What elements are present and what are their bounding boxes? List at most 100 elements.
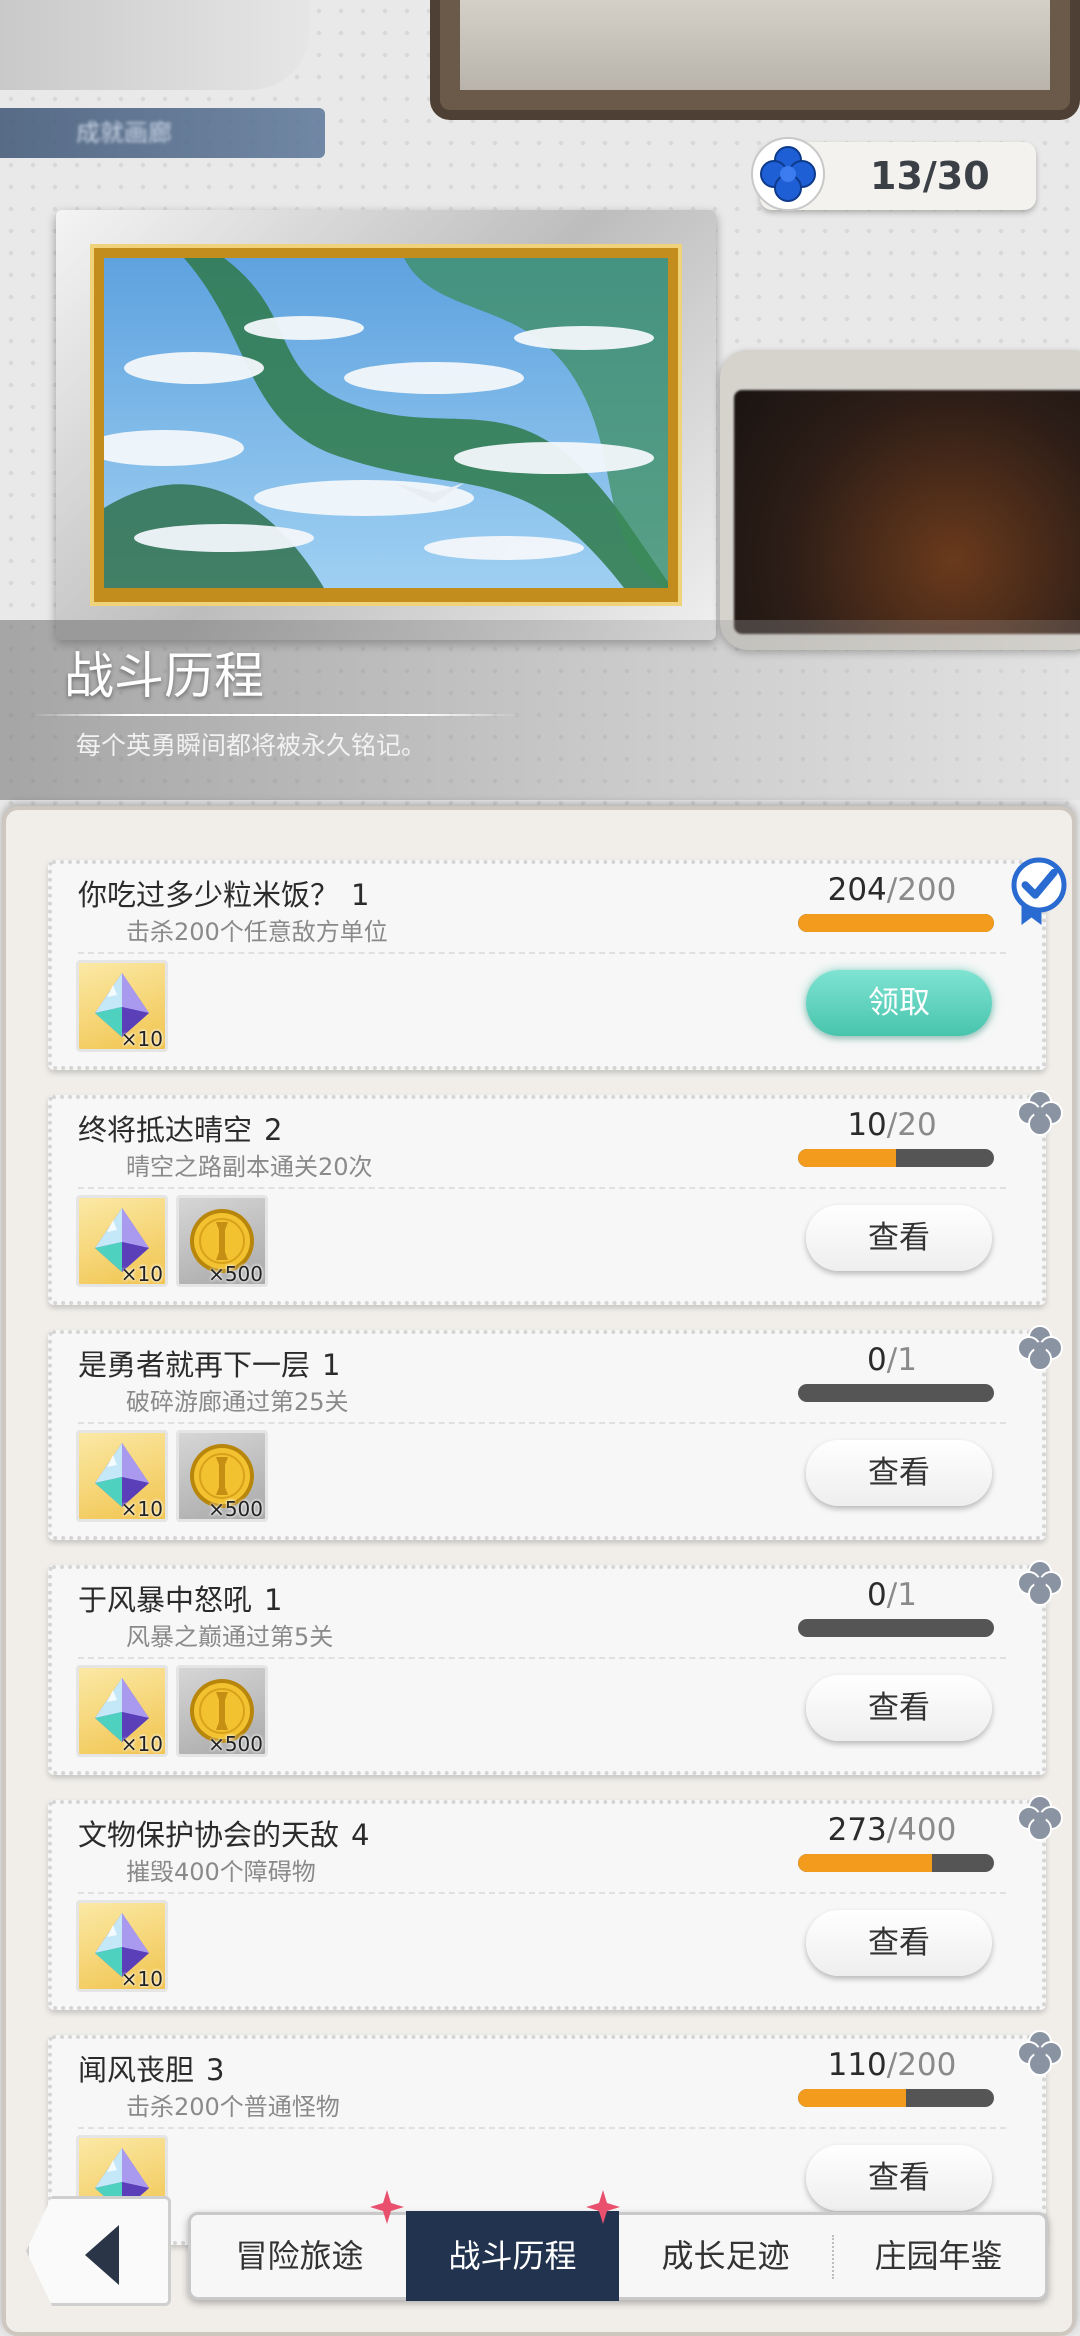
achievement-panel[interactable]: 你吃过多少粒米饭？ 1 击杀200个任意敌方单位 204/20 0 ×10 领取终将抵达晴空… [2,806,1076,2336]
counter-value: 13/30 [870,154,990,198]
progress-bar [798,1384,994,1402]
card-divider [78,1187,1006,1189]
reward-item[interactable]: ×500 [176,1195,268,1287]
reward-quantity: ×10 [120,1497,163,1521]
view-button[interactable]: 查看 [806,1440,992,1506]
card-divider [78,1657,1006,1659]
view-button[interactable]: 查看 [806,1910,992,1976]
reward-item[interactable]: ×10 [76,1430,168,1522]
clover-badge-icon [1017,1795,1063,1841]
achievement-name: 文物保护协会的天敌 [78,1818,340,1852]
achievement-description: 风暴之巅通过第5关 [126,1623,334,1651]
gallery-tag: 成就画廊 [0,108,325,158]
progress-text: 0/1 [796,1342,988,1378]
wall-decoration [0,0,310,90]
reward-item[interactable]: ×500 [176,1430,268,1522]
clover-badge-icon [1017,1560,1063,1606]
progress-total: /1 [886,1577,917,1613]
achievement-description: 摧毁400个障碍物 [126,1858,316,1886]
view-button[interactable]: 查看 [806,1675,992,1741]
claim-button[interactable]: 领取 [806,970,992,1036]
achievement-stage: 4 [351,1818,370,1852]
progress-current: 110 [827,2047,887,2083]
achievement-title: 文物保护协会的天敌 4 [78,1812,369,1854]
sky-painting [104,258,668,592]
tab-4[interactable]: 庄园年鉴 [832,2215,1045,2297]
reward-quantity: ×10 [120,1027,163,1051]
collection-counter: 13/30 [751,137,1036,211]
gallery-header: 成就画廊 13/30 战斗历程 每个英勇瞬间都将被永久铭记。 [0,0,1080,800]
achievement-description: 击杀200个任意敌方单位 [126,918,388,946]
top-painting-frame[interactable] [430,0,1080,120]
achievement-stage: 1 [264,1583,283,1617]
reward-item[interactable]: ×500 [176,1665,268,1757]
achievement-name: 终将抵达晴空 [78,1113,253,1147]
progress-total: /20 [886,1107,937,1143]
gallery-tag-label: 成就画廊 [76,119,172,147]
achievement-card[interactable]: 于风暴中怒吼 1 风暴之巅通过第5关 0/1 ×10 ×500 查看 [48,1560,1063,1775]
view-button[interactable]: 查看 [806,2145,992,2211]
category-tabbar: 冒险旅途 战斗历程 成长足迹 庄园年鉴 [188,2211,1048,2301]
progress-text: 273/400 [796,1812,988,1848]
progress-bar [798,914,994,932]
reward-quantity: ×10 [120,1967,163,1991]
achievement-title: 于风暴中怒吼 1 [78,1577,282,1619]
achievement-card[interactable]: 你吃过多少粒米饭？ 1 击杀200个任意敌方单位 204/200 ×10 领取 [48,857,1067,1070]
sparkle-icon [586,2190,620,2224]
progress-bar [798,1854,994,1872]
progress-total: /400 [886,1812,957,1848]
reward-quantity: ×500 [208,1497,263,1521]
achievement-card[interactable]: 是勇者就再下一层 1 破碎游廊通过第25关 0/1 ×10 ×500 查看 [48,1325,1063,1540]
reward-item[interactable]: ×10 [76,960,168,1052]
completed-badge-icon [1011,857,1067,925]
achievement-stage: 1 [322,1348,341,1382]
clover-badge-icon [1017,1090,1063,1136]
achievement-name: 你吃过多少粒米饭？ [78,878,340,912]
progress-current: 273 [827,1812,887,1848]
back-arrow-icon [85,2225,119,2285]
achievement-description: 击杀200个普通怪物 [126,2093,340,2121]
card-divider [78,2127,1006,2129]
view-button[interactable]: 查看 [806,1205,992,1271]
tab-2[interactable]: 战斗历程 [406,2211,619,2301]
reward-quantity: ×10 [120,1732,163,1756]
tab-1[interactable]: 冒险旅途 [193,2215,406,2297]
clover-badge-icon [1017,2030,1063,2076]
progress-fill [798,1149,896,1167]
progress-current: 0 [867,1342,887,1378]
achievement-name: 是勇者就再下一层 [78,1348,311,1382]
progress-total: /1 [886,1342,917,1378]
back-button[interactable] [26,2196,171,2306]
achievement-stage: 2 [264,1113,283,1147]
achievement-card[interactable]: 终将抵达晴空 2 晴空之路副本通关20次 10/20 ×10 ×500 查看 [48,1090,1063,1305]
progress-text: 10/20 [796,1107,988,1143]
title-divider [30,714,520,716]
achievement-title: 终将抵达晴空 2 [78,1107,282,1149]
progress-fill [798,2089,906,2107]
reward-item[interactable]: ×10 [76,1900,168,1992]
progress-text: 0/1 [796,1577,988,1613]
reward-quantity: ×500 [208,1732,263,1756]
progress-bar [798,1149,994,1167]
achievement-stage: 1 [351,878,370,912]
achievement-name: 于风暴中怒吼 [78,1583,253,1617]
card-divider [78,952,1006,954]
achievement-stage: 3 [206,2053,225,2087]
reward-item[interactable]: ×10 [76,1195,168,1287]
achievement-name: 闻风丧胆 [78,2053,195,2087]
sparkle-icon [370,2190,404,2224]
tab-separator [832,2235,834,2279]
battle-painting-frame[interactable] [56,210,716,640]
tab-3[interactable]: 成长足迹 [619,2215,832,2297]
side-painting-frame[interactable] [720,350,1080,650]
progress-text: 110/200 [796,2047,988,2083]
progress-current: 204 [827,872,887,908]
progress-fill [798,1854,932,1872]
reward-item[interactable]: ×10 [76,1665,168,1757]
section-title: 战斗历程 [64,647,264,705]
achievement-card[interactable]: 文物保护协会的天敌 4 摧毁400个障碍物 273/400 ×10 查看 [48,1795,1063,2010]
achievement-title: 是勇者就再下一层 1 [78,1342,340,1384]
clover-icon [751,137,825,211]
achievement-title: 闻风丧胆 3 [78,2047,224,2089]
achievement-description: 破碎游廊通过第25关 [126,1388,349,1416]
